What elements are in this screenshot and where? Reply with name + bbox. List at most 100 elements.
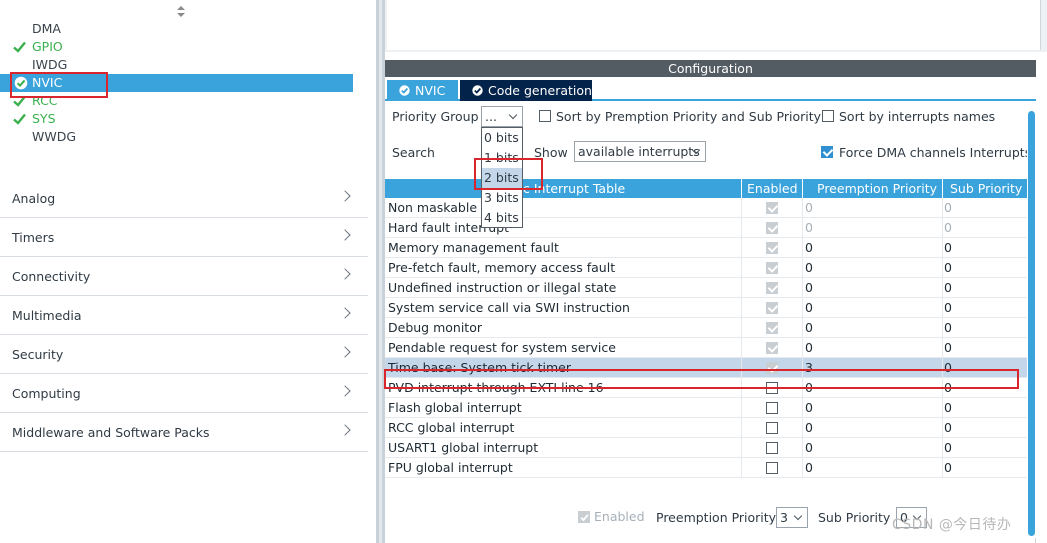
- table-row[interactable]: FPU global interrupt 0 0: [385, 458, 1028, 478]
- preemption-priority-cell[interactable]: 0: [802, 338, 942, 358]
- category-middleware[interactable]: Middleware and Software Packs: [0, 413, 368, 452]
- category-connectivity[interactable]: Connectivity: [0, 257, 368, 296]
- dropdown-option[interactable]: 3 bits f: [482, 188, 522, 208]
- enabled-cell: [741, 418, 802, 438]
- table-row[interactable]: Undefined instruction or illegal state 0 0: [385, 278, 1028, 298]
- peripheral-item-gpio[interactable]: GPIO: [0, 38, 376, 56]
- sub-priority-cell[interactable]: 0: [942, 398, 1028, 418]
- panel-divider[interactable]: [376, 0, 385, 543]
- sub-priority-cell[interactable]: 0: [942, 438, 1028, 458]
- tab-code-generation[interactable]: Code generation: [460, 80, 592, 101]
- preemption-priority-cell[interactable]: 0: [802, 398, 942, 418]
- bottom-enabled-label: Enabled: [594, 509, 645, 524]
- table-row[interactable]: System service call via SWI instruction 0…: [385, 298, 1028, 318]
- sub-priority-cell[interactable]: 0: [942, 278, 1028, 298]
- category-security[interactable]: Security: [0, 335, 368, 374]
- enabled-checkbox[interactable]: [766, 422, 778, 434]
- dropdown-option[interactable]: 0 bits f: [482, 128, 522, 148]
- preemption-priority-cell[interactable]: 0: [802, 438, 942, 458]
- preemption-priority-cell[interactable]: 0: [802, 218, 942, 238]
- sub-priority-cell[interactable]: 0: [942, 298, 1028, 318]
- chevron-right-icon: [339, 424, 351, 436]
- tab-nvic[interactable]: NVIC: [387, 80, 458, 101]
- sub-priority-cell[interactable]: 0: [942, 198, 1028, 218]
- column-header-enabled[interactable]: Enabled: [747, 179, 798, 198]
- category-analog[interactable]: Analog: [0, 179, 368, 218]
- column-header-sub-priority[interactable]: Sub Priority: [950, 179, 1022, 198]
- preemption-priority-cell[interactable]: 0: [802, 418, 942, 438]
- preemption-priority-cell[interactable]: 0: [802, 458, 942, 478]
- chevron-right-icon: [339, 229, 351, 241]
- enabled-cell: [741, 338, 802, 358]
- vertical-scrollbar[interactable]: [1027, 101, 1036, 538]
- sub-priority-cell[interactable]: 0: [942, 238, 1028, 258]
- enabled-checkbox[interactable]: [766, 402, 778, 414]
- enabled-checkbox[interactable]: [766, 442, 778, 454]
- enabled-cell: [741, 398, 802, 418]
- enabled-checkbox[interactable]: [766, 282, 778, 294]
- check-circle-icon: [472, 85, 483, 96]
- priority-group-select[interactable]: ...: [481, 106, 523, 127]
- scrollbar-thumb[interactable]: [1028, 111, 1035, 536]
- category-label: Multimedia: [12, 308, 82, 323]
- bottom-enabled-checkbox[interactable]: [578, 511, 590, 523]
- enabled-cell: [741, 238, 802, 258]
- show-select[interactable]: available interrupts: [574, 141, 706, 162]
- preemption-priority-cell[interactable]: 0: [802, 278, 942, 298]
- enabled-checkbox[interactable]: [766, 222, 778, 234]
- annotation-box-nvic: [10, 72, 108, 98]
- search-label: Search: [392, 145, 435, 160]
- sort-names-checkbox[interactable]: [822, 110, 834, 122]
- chevron-right-icon: [339, 190, 351, 202]
- enabled-checkbox[interactable]: [766, 302, 778, 314]
- sub-priority-cell[interactable]: 0: [942, 258, 1028, 278]
- sub-priority-cell[interactable]: 0: [942, 218, 1028, 238]
- peripheral-item-sys[interactable]: SYS: [0, 110, 376, 128]
- enabled-checkbox[interactable]: [766, 462, 778, 474]
- enabled-checkbox[interactable]: [766, 242, 778, 254]
- table-row[interactable]: Pendable request for system service 0 0: [385, 338, 1028, 358]
- category-multimedia[interactable]: Multimedia: [0, 296, 368, 335]
- interrupt-name: RCC global interrupt: [388, 420, 515, 435]
- force-dma-checkbox[interactable]: [821, 146, 833, 158]
- enabled-cell: [741, 298, 802, 318]
- interrupt-name: Debug monitor: [388, 320, 482, 335]
- sort-arrows-icon[interactable]: [176, 4, 186, 20]
- table-row[interactable]: Flash global interrupt 0 0: [385, 398, 1028, 418]
- preemption-priority-cell[interactable]: 0: [802, 298, 942, 318]
- table-row[interactable]: Memory management fault 0 0: [385, 238, 1028, 258]
- category-computing[interactable]: Computing: [0, 374, 368, 413]
- check-icon: [13, 113, 26, 125]
- dropdown-option[interactable]: 4 bits f: [482, 208, 522, 227]
- table-row[interactable]: Pre-fetch fault, memory access fault 0 0: [385, 258, 1028, 278]
- category-label: Middleware and Software Packs: [12, 425, 210, 440]
- table-row[interactable]: RCC global interrupt 0 0: [385, 418, 1028, 438]
- check-icon: [580, 514, 589, 522]
- preemption-priority-cell[interactable]: 0: [802, 318, 942, 338]
- peripheral-item-wwdg[interactable]: WWDG: [0, 128, 376, 146]
- category-timers[interactable]: Timers: [0, 218, 368, 257]
- interrupt-name: Pendable request for system service: [388, 340, 616, 355]
- peripheral-label: SYS: [32, 111, 56, 126]
- enabled-checkbox[interactable]: [766, 322, 778, 334]
- preemption-priority-cell[interactable]: 0: [802, 258, 942, 278]
- check-circle-icon: [399, 85, 410, 96]
- sub-priority-cell[interactable]: 0: [942, 338, 1028, 358]
- peripheral-item-dma[interactable]: DMA: [0, 20, 376, 38]
- table-row[interactable]: Debug monitor 0 0: [385, 318, 1028, 338]
- annotation-box-priority-group: [474, 158, 543, 190]
- enabled-checkbox[interactable]: [766, 342, 778, 354]
- table-row[interactable]: USART1 global interrupt 0 0: [385, 438, 1028, 458]
- sort-premption-checkbox[interactable]: [539, 110, 551, 122]
- enabled-checkbox[interactable]: [766, 202, 778, 214]
- sub-priority-cell[interactable]: 0: [942, 458, 1028, 478]
- sub-priority-cell[interactable]: 0: [942, 318, 1028, 338]
- column-header-preemption[interactable]: Preemption Priority: [817, 179, 937, 198]
- enabled-checkbox[interactable]: [766, 262, 778, 274]
- bottom-preemption-select[interactable]: 3: [776, 507, 808, 528]
- sub-priority-cell[interactable]: 0: [942, 418, 1028, 438]
- interrupt-name: Memory management fault: [388, 240, 559, 255]
- preemption-priority-cell[interactable]: 0: [802, 198, 942, 218]
- preemption-priority-cell[interactable]: 0: [802, 238, 942, 258]
- interrupt-name: Flash global interrupt: [388, 400, 522, 415]
